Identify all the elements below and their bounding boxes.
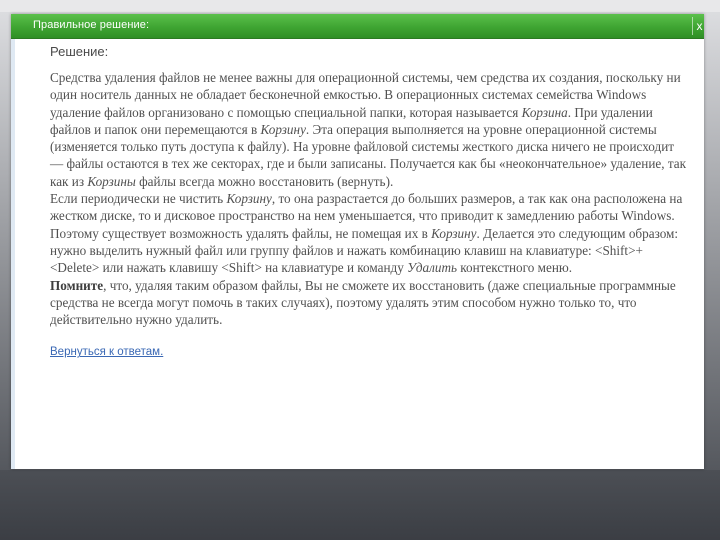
paragraph-text: контекстного меню. bbox=[457, 260, 573, 276]
titlebar-divider bbox=[692, 17, 693, 35]
strong-term: Помните bbox=[50, 277, 104, 293]
slide-background-top bbox=[0, 0, 720, 12]
paragraph-text: файлы всегда можно восстановить (вернуть… bbox=[135, 173, 394, 189]
emphasis-term: Корзину bbox=[226, 191, 272, 207]
emphasis-term: Удалить bbox=[407, 260, 457, 276]
back-to-answers-link[interactable]: Вернуться к ответам. bbox=[50, 346, 163, 358]
solution-paragraph: Если периодически не чистить Корзину, то… bbox=[50, 190, 690, 225]
emphasis-term: Корзину bbox=[260, 121, 306, 137]
paragraph-text: , что, удаляя таким образом файлы, Вы не… bbox=[50, 277, 676, 328]
window-left-edge bbox=[11, 39, 15, 469]
window-titlebar: Правильное решение: x bbox=[11, 14, 704, 39]
paragraph-text: Поэтому существует возможность удалять ф… bbox=[50, 225, 432, 241]
emphasis-term: Корзину bbox=[431, 225, 477, 241]
solution-text: Средства удаления файлов не менее важны … bbox=[50, 69, 690, 328]
solution-paragraph: Средства удаления файлов не менее важны … bbox=[50, 69, 690, 190]
slide-background-bottom bbox=[0, 470, 720, 540]
window-title: Правильное решение: bbox=[33, 19, 150, 31]
solution-heading: Решение: bbox=[50, 44, 109, 59]
emphasis-term: Корзина bbox=[521, 104, 568, 120]
emphasis-term: Корзины bbox=[87, 173, 136, 189]
solution-content: Решение: Средства удаления файлов не мен… bbox=[50, 44, 690, 360]
solution-paragraph: Поэтому существует возможность удалять ф… bbox=[50, 225, 690, 277]
solution-paragraph: Помните, что, удаляя таким образом файлы… bbox=[50, 277, 690, 329]
paragraph-text: Если периодически не чистить bbox=[50, 191, 227, 207]
close-button[interactable]: x bbox=[695, 17, 704, 35]
solution-window: Правильное решение: x Решение: Средства … bbox=[11, 14, 704, 469]
